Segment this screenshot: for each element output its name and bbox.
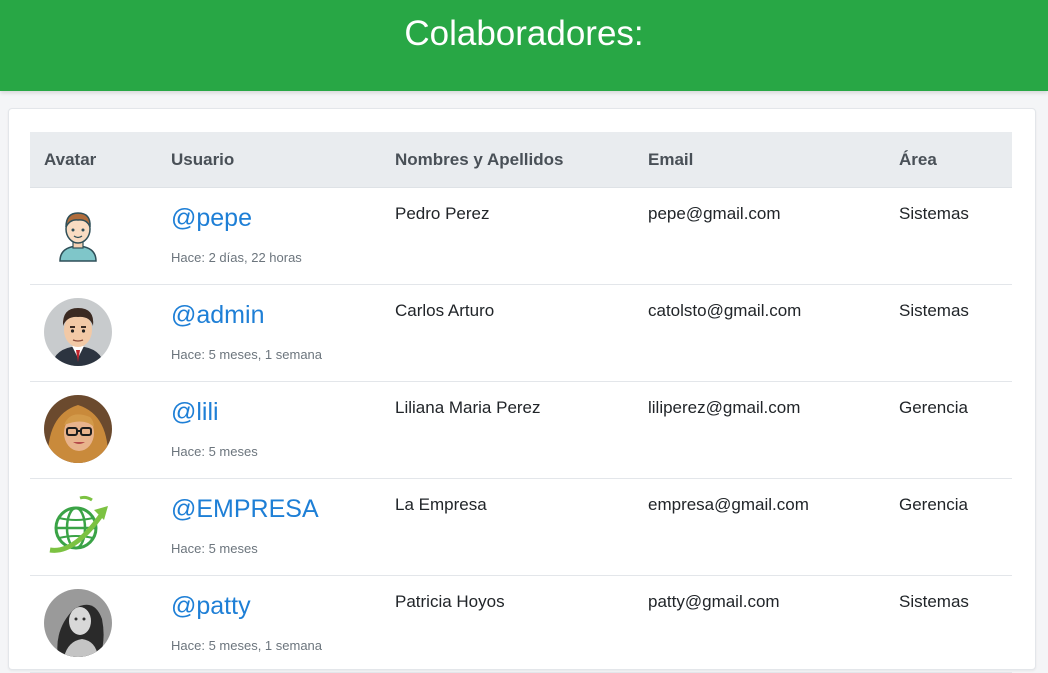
column-header-usuario: Usuario [171, 150, 235, 169]
email: catolsto@gmail.com [648, 301, 802, 320]
member-since: Hace: 5 meses, 1 semana [171, 347, 323, 362]
woman-bw-photo-icon [44, 589, 112, 657]
username-link[interactable]: @lili [171, 398, 219, 427]
table-row: @patty Hace: 5 meses, 1 semana Patricia … [30, 576, 1012, 673]
area: Gerencia [899, 398, 968, 417]
area: Sistemas [899, 204, 969, 223]
full-name: Pedro Perez [395, 204, 490, 223]
username-link[interactable]: @EMPRESA [171, 495, 319, 524]
avatar [44, 589, 112, 657]
member-since: Hace: 5 meses [171, 541, 258, 556]
member-since: Hace: 5 meses [171, 444, 258, 459]
email: pepe@gmail.com [648, 204, 781, 223]
full-name: Liliana Maria Perez [395, 398, 541, 417]
cartoon-boy-avatar-icon [44, 201, 112, 269]
avatar [44, 492, 112, 560]
table-row: @EMPRESA Hace: 5 meses La Empresa empres… [30, 479, 1012, 576]
table-row: @lili Hace: 5 meses Liliana Maria Perez … [30, 382, 1012, 479]
full-name: Carlos Arturo [395, 301, 495, 320]
page-header: Colaboradores: [0, 0, 1048, 91]
column-header-nombres: Nombres y Apellidos [395, 150, 564, 169]
member-since: Hace: 2 días, 22 horas [171, 250, 302, 265]
full-name: Patricia Hoyos [395, 592, 505, 611]
member-since: Hace: 5 meses, 1 semana [171, 638, 323, 653]
column-header-area: Área [899, 150, 937, 169]
area: Gerencia [899, 495, 968, 514]
email: liliperez@gmail.com [648, 398, 801, 417]
area: Sistemas [899, 592, 969, 611]
username-link[interactable]: @admin [171, 301, 264, 330]
cartoon-businessman-avatar-icon [44, 298, 112, 366]
username-link[interactable]: @pepe [171, 204, 252, 233]
collaborators-table: Avatar Usuario Nombres y Apellidos Email… [30, 132, 1012, 673]
email: empresa@gmail.com [648, 495, 809, 514]
avatar [44, 395, 112, 463]
woman-glasses-photo-icon [44, 395, 112, 463]
column-header-avatar: Avatar [44, 150, 97, 169]
page-title: Colaboradores: [404, 14, 644, 53]
email: patty@gmail.com [648, 592, 780, 611]
table-header: Avatar Usuario Nombres y Apellidos Email… [30, 132, 1012, 188]
username-link[interactable]: @patty [171, 592, 251, 621]
green-globe-logo-icon [44, 492, 112, 560]
avatar [44, 201, 112, 269]
table-row: @pepe Hace: 2 días, 22 horas Pedro Perez… [30, 188, 1012, 285]
full-name: La Empresa [395, 495, 487, 514]
collaborators-card: Avatar Usuario Nombres y Apellidos Email… [8, 108, 1036, 673]
table-row: @admin Hace: 5 meses, 1 semana Carlos Ar… [30, 285, 1012, 382]
avatar [44, 298, 112, 366]
area: Sistemas [899, 301, 969, 320]
column-header-email: Email [648, 150, 694, 169]
